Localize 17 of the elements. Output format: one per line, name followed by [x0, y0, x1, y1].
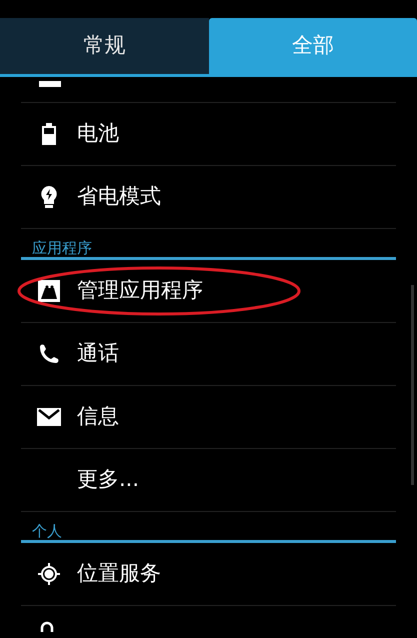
phone-icon	[38, 343, 60, 365]
lightbulb-icon	[41, 186, 57, 208]
settings-item[interactable]: 通话	[77, 338, 119, 370]
settings-item[interactable]: 位置服务	[77, 558, 161, 590]
section-header: 应用程序	[32, 241, 92, 256]
lock-icon	[38, 620, 56, 632]
envelope-icon	[37, 408, 61, 426]
battery-icon	[42, 123, 56, 145]
settings-item[interactable]: 省电模式	[77, 181, 161, 213]
storage-icon	[39, 81, 61, 89]
settings-item[interactable]: 信息	[77, 401, 119, 433]
tab[interactable]: 常规	[0, 18, 208, 74]
settings-item[interactable]: 电池	[77, 118, 119, 150]
section-header: 个人	[32, 524, 62, 539]
settings-item[interactable]: 更多...	[77, 464, 140, 496]
location-icon	[38, 563, 60, 585]
app-icon	[38, 280, 60, 302]
